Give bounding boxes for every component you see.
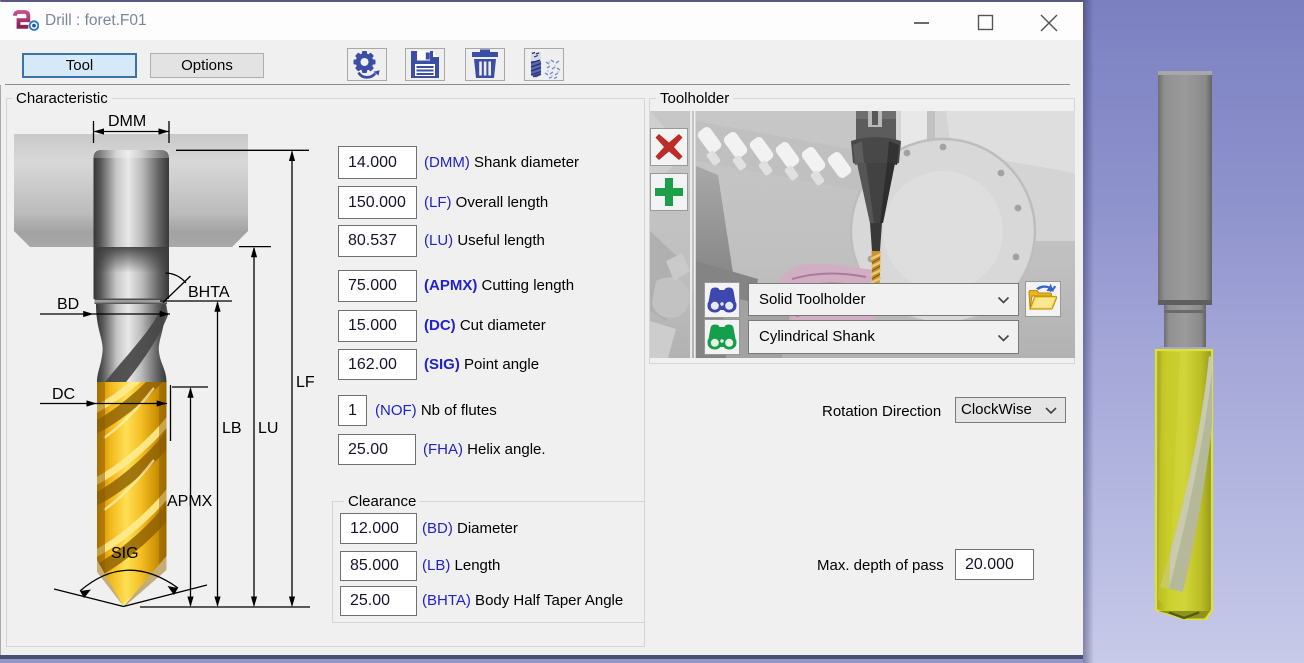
svg-text:LU: LU <box>258 420 278 437</box>
svg-text:SIG: SIG <box>111 545 139 562</box>
svg-text:BD: BD <box>57 296 79 313</box>
svg-text:BHTA: BHTA <box>188 284 230 301</box>
svg-text:APMX: APMX <box>167 493 213 510</box>
svg-text:DC: DC <box>52 386 75 403</box>
svg-text:DMM: DMM <box>108 113 146 130</box>
svg-text:LF: LF <box>296 374 315 391</box>
svg-text:LB: LB <box>222 420 242 437</box>
